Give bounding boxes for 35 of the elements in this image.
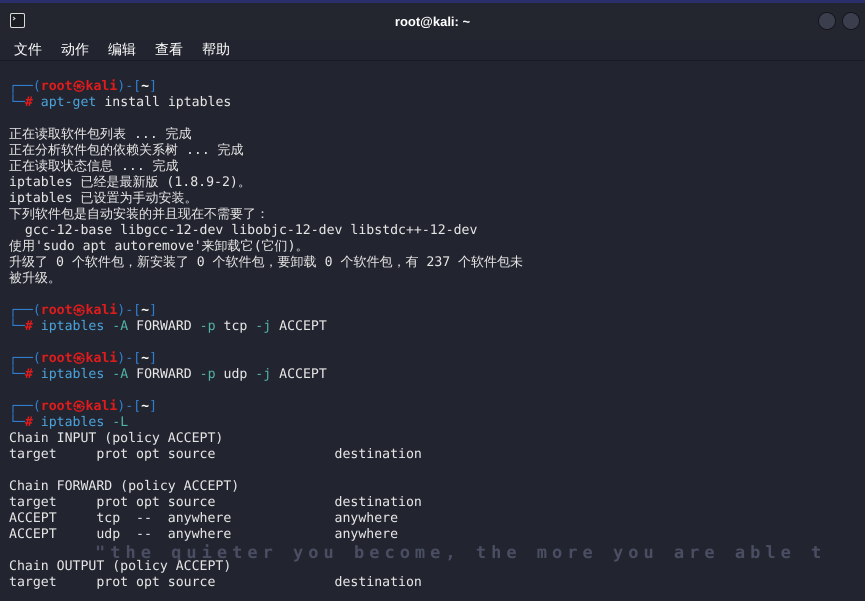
output-line: iptables 已设置为手动安装。 <box>9 191 198 207</box>
output-line: 正在分析软件包的依赖关系树 ... 完成 <box>9 143 244 159</box>
output-line: ACCEPT udp -- anywhere anywhere <box>9 527 398 543</box>
output-line: target prot opt source destination <box>9 447 422 463</box>
command-line: └─# apt-get install iptables <box>9 95 232 111</box>
menu-item[interactable]: 编辑 <box>108 40 136 58</box>
prompt-line: ┌──(root㉿kali)-[~] <box>9 79 158 94</box>
output-line: 正在读取软件包列表 ... 完成 <box>9 127 192 143</box>
output-line: target prot opt source destination <box>9 575 422 591</box>
output-line: iptables 已经是最新版 (1.8.9-2)。 <box>9 175 251 191</box>
output-line: Chain OUTPUT (policy ACCEPT) <box>9 559 232 575</box>
prompt-line: ┌──(root㉿kali)-[~] <box>9 399 158 414</box>
prompt-line: ┌──(root㉿kali)-[~] <box>9 351 158 366</box>
output-line: Chain INPUT (policy ACCEPT) <box>9 431 224 447</box>
output-line: 升级了 0 个软件包，新安装了 0 个软件包，要卸载 0 个软件包，有 237 个软件包未 <box>9 255 524 271</box>
output-line: ACCEPT tcp -- anywhere anywhere <box>9 511 398 527</box>
command-line: └─# iptables -L <box>9 415 128 431</box>
menu-item[interactable]: 文件 <box>14 40 42 58</box>
output-line: 正在读取状态信息 ... 完成 <box>9 159 179 175</box>
menu-item[interactable]: 查看 <box>155 40 183 58</box>
menu-item[interactable]: 帮助 <box>202 40 230 58</box>
output-line: target prot opt source destination <box>9 495 422 511</box>
command-line: └─# iptables -A FORWARD -p udp -j ACCEPT <box>9 367 327 383</box>
output-line: gcc-12-base libgcc-12-dev libobjc-12-dev libstdc++-12-dev <box>24 223 478 239</box>
prompt-line: ┌──(root㉿kali)-[~] <box>9 303 158 318</box>
window-title: root@kali: ~ <box>394 12 470 31</box>
terminal-icon <box>10 13 25 28</box>
output-line: Chain FORWARD (policy ACCEPT) <box>9 479 240 495</box>
command-line: └─# iptables -A FORWARD -p tcp -j ACCEPT <box>9 319 327 335</box>
output-line: 下列软件包是自动安装的并且现在不需要了： <box>9 207 269 223</box>
window-button[interactable] <box>842 12 860 30</box>
output-line: 使用'sudo apt autoremove'来卸载它(它们)。 <box>9 239 309 255</box>
window-button[interactable] <box>818 12 836 30</box>
output-line: 被升级。 <box>9 271 61 287</box>
menu-item[interactable]: 动作 <box>61 40 89 58</box>
